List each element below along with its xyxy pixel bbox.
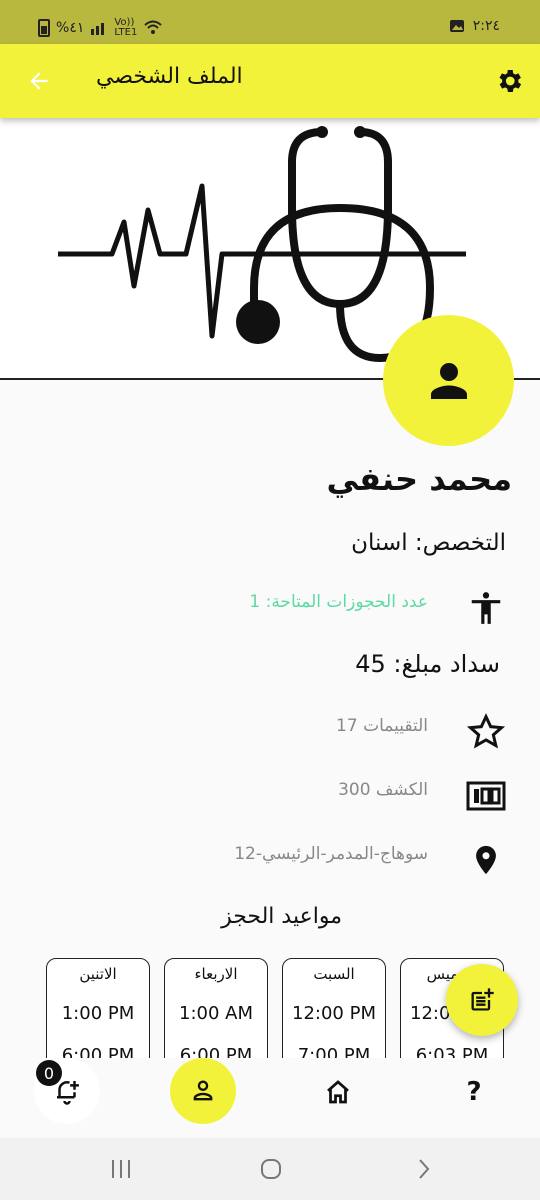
schedule-from: 1:00 PM xyxy=(61,1003,135,1024)
nav-home[interactable] xyxy=(320,1074,356,1110)
home-system-button[interactable] xyxy=(256,1156,286,1182)
back-system-button[interactable] xyxy=(408,1156,438,1182)
add-note-button[interactable] xyxy=(446,964,518,1036)
ratings-row: التقييمات 17 xyxy=(0,706,540,756)
schedule-card[interactable]: الاتنين 1:00 PM 6:00 PM xyxy=(46,958,150,1058)
schedule-from: 12:00 PM xyxy=(292,1003,376,1024)
nav-profile[interactable] xyxy=(170,1058,236,1124)
post-add-icon xyxy=(471,988,494,1011)
counter-icon xyxy=(466,776,506,816)
clock: ٢:٢٤ xyxy=(472,18,500,34)
home-icon xyxy=(327,1080,349,1104)
schedule-to: 6:03 PM xyxy=(415,1045,489,1058)
status-bar: %٤١ Vo)) LTE1 ٢:٢٤ xyxy=(0,0,540,44)
status-right: ٢:٢٤ xyxy=(449,18,500,34)
schedule-day: السبت xyxy=(313,965,355,983)
arrow-back-icon xyxy=(30,72,48,90)
schedule-card[interactable]: الاربعاء 1:00 AM 6:00 PM xyxy=(164,958,268,1058)
person-icon xyxy=(430,362,467,399)
status-left: %٤١ Vo)) LTE1 xyxy=(38,18,163,38)
schedule-day: الاتنين xyxy=(79,965,117,983)
recent-apps-button[interactable] xyxy=(106,1156,136,1182)
gallery-icon xyxy=(449,20,464,32)
battery-percent: %٤١ xyxy=(56,20,85,36)
fee-text: الكشف 300 xyxy=(338,780,428,800)
schedule-from: 1:00 AM xyxy=(179,1003,253,1024)
bottom-nav: 0 ? xyxy=(0,1058,540,1138)
person-outline-icon xyxy=(193,1080,213,1101)
signal-icon xyxy=(91,23,105,35)
wifi-icon xyxy=(144,20,163,34)
schedule-day: الاربعاء xyxy=(194,965,238,983)
location-pin-icon xyxy=(466,840,506,880)
nav-help[interactable]: ? xyxy=(456,1072,492,1112)
schedule-to: 6:00 PM xyxy=(179,1045,253,1058)
notification-badge: 0 xyxy=(36,1060,62,1086)
address-text: سوهاج-المدمر-الرئيسي-12 xyxy=(234,844,428,864)
doctor-specialty: التخصص: اسنان xyxy=(351,530,506,556)
address-row: سوهاج-المدمر-الرئيسي-12 xyxy=(0,834,540,884)
back-button[interactable] xyxy=(22,64,56,98)
settings-button[interactable] xyxy=(494,66,524,96)
battery-icon xyxy=(38,19,50,37)
network-type: Vo)) LTE1 xyxy=(114,17,138,38)
doctor-name: محمد حنفي xyxy=(326,460,512,498)
recent-apps-icon xyxy=(112,1160,130,1178)
available-bookings-row: عدد الحجوزات المتاحة: 1 xyxy=(0,582,540,632)
schedule-to: 6:00 PM xyxy=(61,1045,135,1058)
app-bar: الملف الشخصي xyxy=(0,44,540,118)
available-bookings-text: عدد الحجوزات المتاحة: 1 xyxy=(249,592,428,612)
page-title: الملف الشخصي xyxy=(96,64,243,89)
accessibility-icon xyxy=(466,588,506,628)
chevron-left-icon xyxy=(419,1159,430,1179)
profile-avatar[interactable] xyxy=(383,315,514,446)
fee-row: الكشف 300 xyxy=(0,770,540,820)
schedule-title: مواعيد الحجز xyxy=(221,904,342,929)
system-nav-bar xyxy=(0,1138,540,1200)
schedule-card[interactable]: السبت 12:00 PM 7:00 PM xyxy=(282,958,386,1058)
payment-amount: سداد مبلغ: 45 xyxy=(355,650,500,678)
ratings-text: التقييمات 17 xyxy=(336,716,428,736)
gear-icon xyxy=(499,70,522,92)
schedule-to: 7:00 PM xyxy=(297,1045,371,1058)
star-icon xyxy=(466,712,506,752)
home-circle-icon xyxy=(261,1159,281,1179)
